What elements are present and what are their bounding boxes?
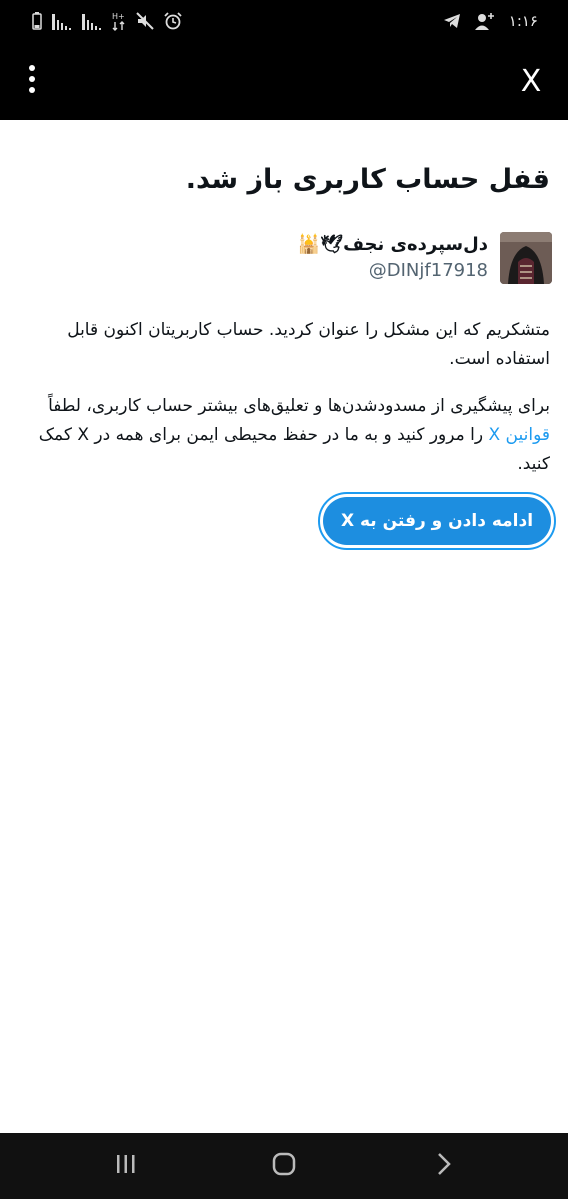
account-card: دل‌سپرده‌ی نجف🕊🕌 @DINjf17918 bbox=[16, 232, 552, 288]
battery-low-icon bbox=[32, 12, 42, 30]
continue-to-x-button[interactable]: ادامه دادن و رفتن به X bbox=[323, 497, 551, 545]
continue-button-focus-ring: ادامه دادن و رفتن به X bbox=[318, 492, 556, 550]
recent-apps-button[interactable] bbox=[106, 1151, 146, 1181]
status-icons-left: H+ bbox=[32, 10, 182, 32]
mute-icon bbox=[136, 12, 154, 30]
account-name: دل‌سپرده‌ی نجف🕊🕌 bbox=[297, 234, 488, 255]
rules-text-before: برای پیشگیری از مسدودشدن‌ها و تعلیق‌های … bbox=[48, 396, 550, 416]
telegram-icon bbox=[443, 13, 461, 29]
status-clock: ۱:۱۶ bbox=[508, 12, 538, 30]
system-nav-bar bbox=[0, 1133, 568, 1199]
account-handle: @DINjf17918 bbox=[368, 260, 488, 281]
home-button[interactable] bbox=[264, 1151, 304, 1181]
app-bar: X bbox=[0, 42, 568, 120]
rules-text: برای پیشگیری از مسدودشدن‌ها و تعلیق‌های … bbox=[18, 392, 550, 479]
main-content: قفل حساب کاربری باز شد. دل‌سپرده‌ی نجف🕊🕌… bbox=[0, 120, 568, 1133]
alarm-icon bbox=[164, 12, 182, 30]
back-button[interactable] bbox=[424, 1151, 464, 1181]
signal-icon bbox=[82, 12, 102, 30]
status-bar: H+ ۱:۱۶ bbox=[0, 0, 568, 42]
back-icon bbox=[436, 1152, 452, 1180]
home-icon bbox=[272, 1152, 296, 1180]
vertical-ellipsis-icon bbox=[28, 64, 36, 98]
confirmation-text: متشکریم که این مشکل را عنوان کردید. حساب… bbox=[67, 320, 550, 369]
data-transfer-icon: H+ bbox=[112, 11, 126, 31]
recent-apps-icon bbox=[115, 1154, 137, 1178]
svg-text:H+: H+ bbox=[112, 12, 125, 21]
status-icons-right: ۱:۱۶ bbox=[443, 10, 538, 32]
more-options-button[interactable] bbox=[18, 64, 46, 98]
page-title: قفل حساب کاربری باز شد. bbox=[185, 164, 550, 195]
rules-text-after: را مرور کنید و به ما در حفظ محیطی ایمن ب… bbox=[38, 425, 550, 474]
add-user-icon bbox=[474, 12, 495, 30]
signal-icon bbox=[52, 12, 72, 30]
avatar bbox=[500, 232, 552, 284]
rules-link[interactable]: قوانین X bbox=[489, 425, 551, 445]
close-button[interactable]: X bbox=[512, 62, 550, 100]
